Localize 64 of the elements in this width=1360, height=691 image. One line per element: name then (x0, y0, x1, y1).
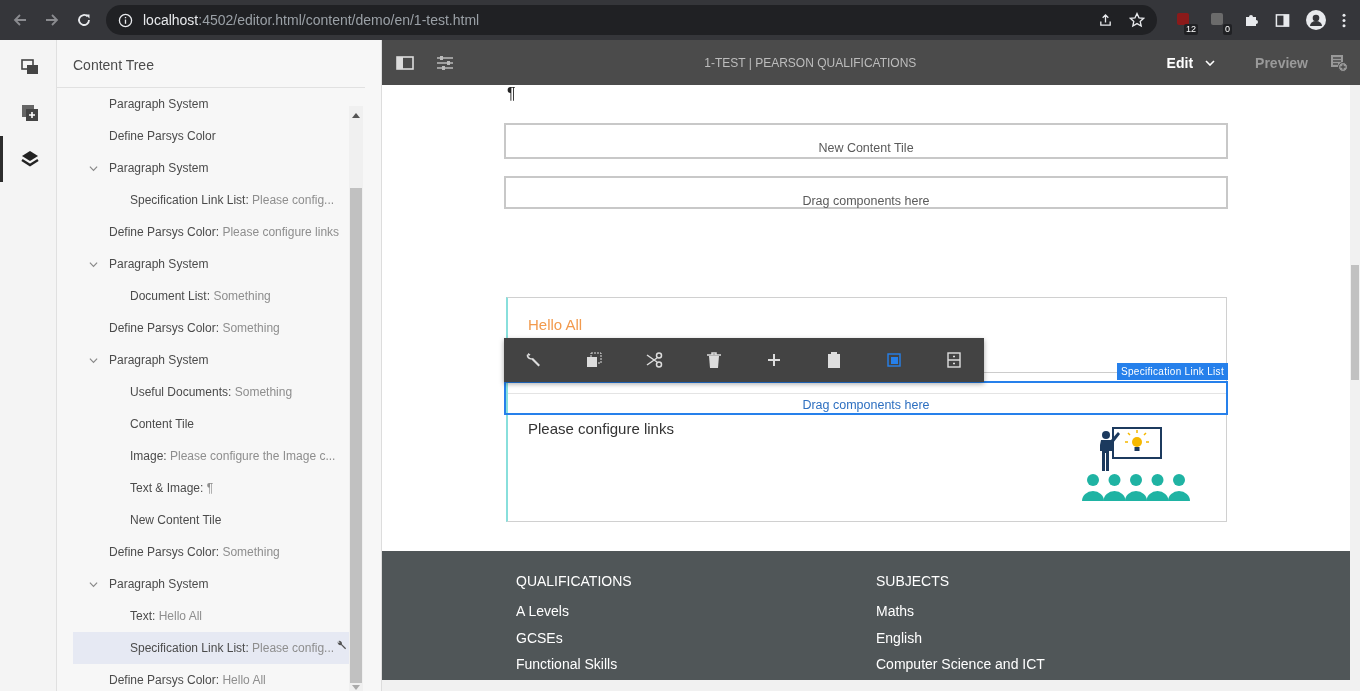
tree-item[interactable]: Paragraph System (73, 248, 349, 280)
tree-item[interactable]: Content Tile (73, 408, 349, 440)
side-panel-icon[interactable] (1275, 12, 1290, 28)
tree-item[interactable]: New Content Tile (73, 504, 349, 536)
tree-item[interactable]: Define Parsys Color (73, 120, 349, 152)
profile-icon[interactable] (1306, 10, 1326, 30)
info-icon (118, 12, 133, 28)
back-icon[interactable] (12, 12, 28, 28)
body-text: Please configure links (528, 420, 674, 437)
tree-item[interactable]: Define Parsys Color: Please configure links (73, 216, 349, 248)
url-text: localhost:4502/editor.html/content/demo/en/1-test.html (143, 12, 480, 28)
scrollbar[interactable] (1350, 85, 1360, 681)
footer-link[interactable]: English (876, 624, 1236, 651)
footer-link[interactable]: A Levels (516, 598, 876, 625)
tree-item[interactable]: Define Parsys Color: Hello All (73, 664, 349, 691)
tree-item[interactable]: Image: Please configure the Image c... (73, 440, 349, 472)
tree-item[interactable]: Specification Link List: Please config... (73, 632, 349, 664)
tree-item[interactable]: Define Parsys Color: Something (73, 312, 349, 344)
extension-icon[interactable] (1209, 11, 1225, 27)
badge: 0 (1223, 24, 1232, 35)
tree-item[interactable]: Paragraph System (73, 152, 349, 184)
paragraph-mark: ¶ (506, 85, 517, 104)
wrench-icon[interactable] (336, 640, 347, 651)
puzzle-icon[interactable] (1243, 12, 1259, 28)
tree-item[interactable]: Paragraph System (73, 568, 349, 600)
sliders-icon[interactable] (436, 55, 454, 70)
footer-link[interactable]: Functional Skills (516, 651, 876, 678)
panel-title: Content Tree (57, 40, 365, 88)
scrollbar[interactable] (382, 680, 1360, 691)
scroll-up-icon[interactable] (352, 112, 360, 118)
page-title: 1-TEST | PEARSON QUALIFICATIONS (703, 55, 918, 70)
tree-item[interactable]: Paragraph System (73, 344, 349, 376)
side-panel-icon[interactable] (396, 55, 414, 70)
tree-item[interactable]: Document List: Something (73, 280, 349, 312)
chevron-down-icon (1205, 59, 1216, 66)
footer-link[interactable]: Computer Science and ICT (876, 651, 1236, 678)
chevron-down-icon[interactable] (89, 355, 98, 365)
footer-link[interactable]: Maths (876, 598, 1236, 625)
more-icon[interactable] (1342, 12, 1346, 28)
reload-icon[interactable] (76, 12, 92, 28)
tree-item[interactable]: Paragraph System (73, 88, 349, 120)
drop-zone[interactable]: Drag components here (504, 176, 1228, 209)
tree-item[interactable]: Text: Hello All (73, 600, 349, 632)
forward-icon[interactable] (44, 12, 60, 28)
address-bar[interactable]: localhost:4502/editor.html/content/demo/en/1-test.html (106, 5, 1157, 35)
chevron-down-icon[interactable] (89, 163, 98, 173)
tree-item[interactable]: Specification Link List: Please config... (73, 184, 349, 216)
content-tile[interactable]: New Content Tile (504, 123, 1228, 159)
share-icon[interactable] (1098, 12, 1113, 28)
footer-heading: QUALIFICATIONS (516, 573, 633, 589)
mode-dropdown[interactable]: Edit (1166, 54, 1216, 71)
badge: 12 (1184, 24, 1198, 35)
chevron-down-icon[interactable] (89, 579, 98, 589)
tree-item[interactable]: Useful Documents: Something (73, 376, 349, 408)
heading: Hello All (528, 316, 583, 333)
footer-link[interactable]: GCSEs (516, 624, 876, 651)
footer-heading: SUBJECTS (876, 573, 951, 589)
star-icon[interactable] (1129, 12, 1145, 28)
tree-item[interactable]: Text & Image: ¶ (73, 472, 349, 504)
tree-item[interactable]: Define Parsys Color: Something (73, 536, 349, 568)
component-label: Specification Link List (1116, 363, 1228, 380)
annotate-icon[interactable] (1330, 53, 1348, 72)
chevron-down-icon[interactable] (89, 259, 98, 269)
scrollbar[interactable] (349, 106, 363, 691)
